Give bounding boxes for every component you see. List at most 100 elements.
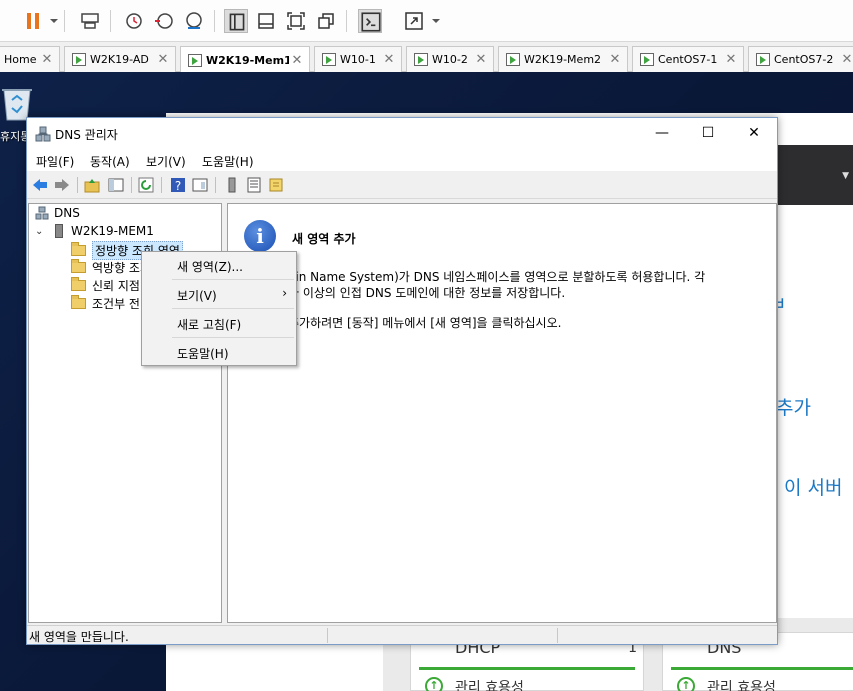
close-icon[interactable]: ✕ — [381, 52, 397, 67]
tree-node-dns[interactable]: DNS — [35, 206, 80, 220]
list-icon[interactable] — [245, 176, 263, 194]
server-icon — [55, 224, 63, 238]
context-item-view[interactable]: 보기(V) › — [143, 283, 295, 305]
tab-label: W2K19-AD — [90, 53, 149, 66]
tree-node-trust-points[interactable]: 신뢰 지점 — [71, 277, 140, 294]
status-bar: 새 영역을 만듭니다. — [27, 625, 777, 644]
tab-w10-1[interactable]: W10-1 ✕ — [314, 46, 402, 72]
content-text: 추가하려면 [동작] 메뉴에서 [새 영역]을 클릭하십시오. — [288, 316, 562, 330]
tile-status: 관리 효용성 — [455, 680, 524, 691]
maximize-button[interactable]: ☐ — [685, 118, 731, 149]
vm-icon — [72, 53, 86, 66]
thumbnail-bar-icon[interactable] — [254, 9, 278, 33]
vm-icon — [188, 53, 202, 67]
folder-icon — [71, 277, 86, 291]
folder-icon — [71, 259, 86, 273]
tab-label: CentOS7-1 — [658, 53, 718, 66]
back-arrow-icon[interactable] — [31, 176, 49, 194]
details-pane: i 새 영역 추가 ain Name System)가 DNS 네임스페이스를 … — [227, 203, 777, 623]
context-item-help[interactable]: 도움말(H) — [143, 341, 295, 363]
up-folder-icon[interactable] — [83, 176, 101, 194]
content-text: ain Name System)가 DNS 네임스페이스를 영역으로 분할하도록… — [288, 270, 706, 284]
close-icon[interactable]: ✕ — [723, 52, 739, 67]
tree-node-server[interactable]: ⌄ W2K19-MEM1 — [35, 224, 154, 238]
vmware-toolbar — [0, 0, 853, 42]
vm-icon — [640, 53, 654, 66]
close-button[interactable]: ✕ — [731, 118, 777, 149]
close-icon[interactable]: ✕ — [155, 52, 171, 67]
server-manager-link[interactable]: 추가 — [776, 393, 811, 420]
unity-icon[interactable] — [314, 9, 338, 33]
close-icon[interactable]: ✕ — [473, 52, 489, 67]
menu-view[interactable]: 보기(V) — [146, 153, 186, 170]
close-icon[interactable]: ✕ — [289, 53, 305, 68]
tab-label: W10-2 — [432, 53, 468, 66]
svg-text:?: ? — [175, 179, 181, 193]
forward-arrow-icon[interactable] — [53, 176, 71, 194]
menu-action[interactable]: 동작(A) — [90, 153, 130, 170]
chevron-down-icon[interactable] — [42, 9, 58, 33]
status-bar — [671, 667, 853, 670]
context-item-label: 보기(V) — [177, 289, 217, 303]
chevron-down-icon[interactable]: ⌄ — [35, 226, 47, 237]
send-ctrl-alt-del-icon[interactable] — [78, 9, 102, 33]
recycle-bin-icon[interactable] — [0, 82, 34, 122]
snapshot-manager-icon[interactable] — [182, 9, 206, 33]
tab-home[interactable]: Home ✕ — [0, 46, 60, 72]
close-icon[interactable]: ✕ — [39, 52, 55, 67]
dns-icon — [35, 206, 49, 220]
title-bar[interactable]: DNS 관리자 — ☐ ✕ — [27, 118, 777, 149]
tab-w2k19-ad[interactable]: W2K19-AD ✕ — [64, 46, 176, 72]
vm-icon — [756, 53, 770, 66]
vm-icon — [506, 53, 520, 66]
tab-label: W2K19-Mem1 — [206, 53, 289, 67]
full-screen-icon[interactable] — [284, 9, 308, 33]
server-manager-link[interactable]: 이 서버 — [784, 473, 842, 500]
show-console-tree-icon[interactable] — [107, 176, 125, 194]
context-item-label: 새로 고침(F) — [177, 318, 242, 332]
status-bar — [419, 667, 635, 670]
snapshot-icon[interactable] — [122, 9, 146, 33]
tab-label: CentOS7-2 — [774, 53, 834, 66]
tab-w10-2[interactable]: W10-2 ✕ — [406, 46, 494, 72]
tab-w2k19-mem1[interactable]: W2K19-Mem1 ✕ — [180, 46, 310, 73]
server-icon[interactable] — [223, 176, 241, 194]
folder-icon — [71, 295, 86, 309]
revert-snapshot-icon[interactable] — [152, 9, 176, 33]
tab-centos7-1[interactable]: CentOS7-1 ✕ — [632, 46, 744, 72]
filter-icon[interactable] — [267, 176, 285, 194]
dns-app-icon — [35, 126, 51, 142]
menu-help[interactable]: 도움말(H) — [202, 153, 254, 170]
refresh-icon[interactable] — [137, 176, 155, 194]
help-icon[interactable]: ? — [169, 176, 187, 194]
close-icon[interactable]: ✕ — [607, 52, 623, 67]
chevron-right-icon: › — [282, 286, 287, 300]
window-title: DNS 관리자 — [55, 128, 118, 142]
library-view-icon[interactable] — [224, 9, 248, 33]
tab-w2k19-mem2[interactable]: W2K19-Mem2 ✕ — [498, 46, 628, 72]
vm-icon — [414, 53, 428, 66]
tab-centos7-2[interactable]: CentOS7-2 ✕ — [748, 46, 853, 72]
menu-file[interactable]: 파일(F) — [36, 153, 74, 170]
context-item-label: 새 영역(Z)... — [177, 260, 243, 274]
minimize-button[interactable]: — — [639, 118, 685, 149]
vm-icon — [322, 53, 336, 66]
chevron-down-icon[interactable] — [424, 9, 440, 33]
up-arrow-icon: ↑ — [425, 677, 443, 691]
dns-manager-window: DNS 관리자 — ☐ ✕ 파일(F) 동작(A) 보기(V) 도움말(H) ? — [26, 117, 778, 645]
tab-label: W10-1 — [340, 53, 376, 66]
folder-icon — [71, 242, 86, 256]
context-item-new-zone[interactable]: 새 영역(Z)... — [143, 254, 295, 276]
stretch-guest-icon[interactable] — [402, 9, 426, 33]
info-icon: i — [244, 220, 276, 252]
status-text: 새 영역을 만듭니다. — [29, 630, 129, 644]
server-manager-header: ▼ — [777, 145, 853, 205]
tree-label: 신뢰 지점 — [92, 279, 140, 293]
console-view-icon[interactable] — [358, 9, 382, 33]
content-text: 나 이상의 인접 DNS 도메인에 대한 정보를 저장합니다. — [288, 286, 566, 300]
close-icon[interactable]: ✕ — [839, 52, 853, 67]
properties-icon[interactable] — [191, 176, 209, 194]
context-item-refresh[interactable]: 새로 고침(F) — [143, 312, 295, 334]
context-item-label: 도움말(H) — [177, 347, 229, 361]
tab-label: Home — [4, 53, 37, 66]
